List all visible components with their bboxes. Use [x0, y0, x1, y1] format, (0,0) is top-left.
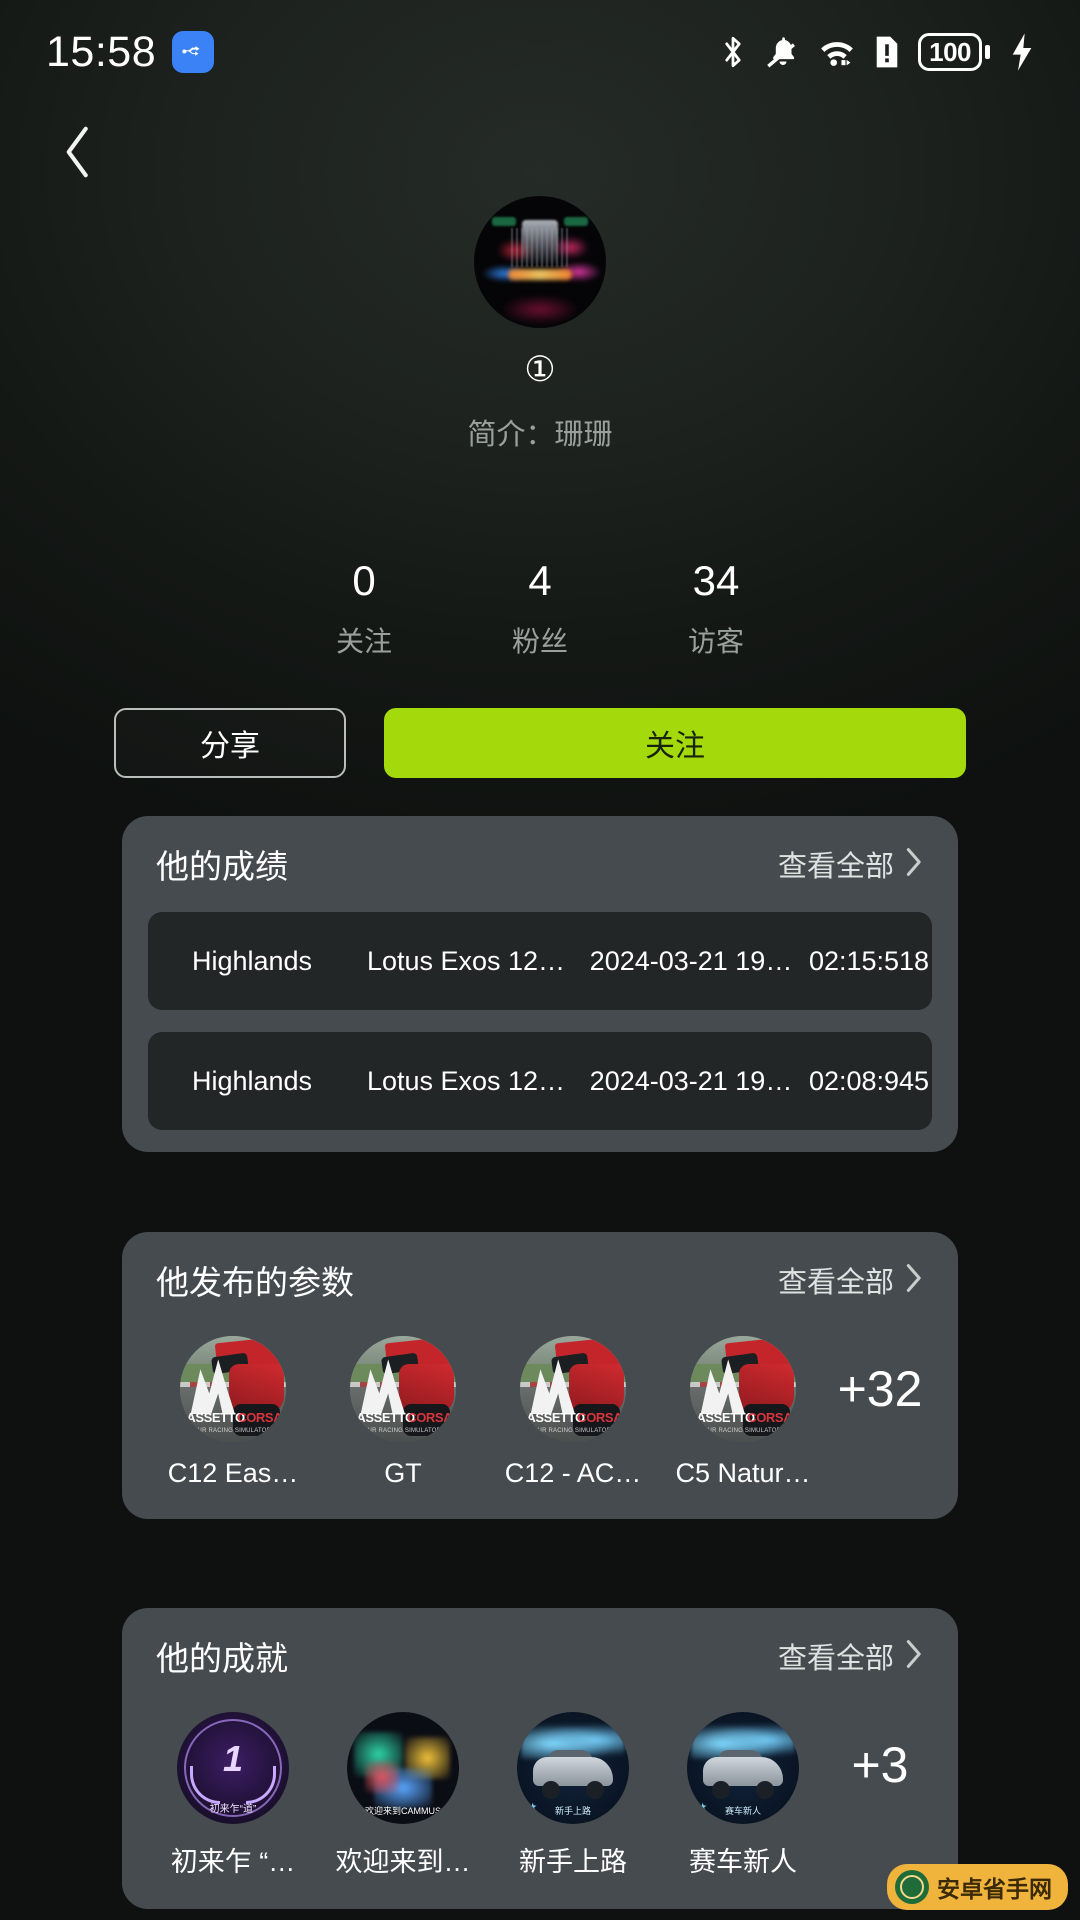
list-item[interactable]: ★ 赛车新人 赛车新人 — [658, 1712, 828, 1879]
list-item[interactable]: ASSETTO CORSA YOUR RACING SIMULATOR C12 Ea… — [148, 1336, 318, 1489]
params-view-all-label: 查看全部 — [777, 1267, 894, 1299]
result-date: 2024-03-21 19… — [589, 945, 793, 976]
lightning-bolt-icon — [1008, 32, 1036, 72]
table-row[interactable]: Highlands Lotus Exos 12… 2024-03-21 19… … — [148, 912, 932, 1010]
chevron-right-icon — [902, 1637, 924, 1676]
params-view-all[interactable]: 查看全部 — [778, 1259, 924, 1301]
results-view-all-label: 查看全部 — [777, 851, 894, 883]
chevron-left-icon — [58, 121, 98, 188]
chevron-right-icon — [902, 845, 924, 884]
badge-subtitle: 赛车新人 — [724, 1806, 762, 1817]
profile-header: ① 简介：珊珊 — [0, 196, 1080, 453]
result-car: Lotus Exos 12… — [366, 1065, 566, 1096]
nav-bar — [0, 104, 1080, 196]
list-item[interactable]: 1 初来乍“道” 初来乍 “… — [148, 1712, 318, 1879]
stat-value: 4 — [528, 557, 552, 604]
status-time: 15:58 — [46, 27, 157, 76]
result-time: 02:15:518 — [808, 945, 930, 976]
params-overflow-count[interactable]: +32 — [828, 1336, 932, 1442]
stats-row: 0 关注 4 粉丝 34 访客 — [0, 560, 1080, 660]
list-item-label: C12 Eas… — [167, 1458, 299, 1488]
list-item[interactable]: ASSETTO CORSA YOUR RACING SIMULATOR C12 - … — [488, 1336, 658, 1489]
achievements-card-title: 他的成就 — [156, 1640, 288, 1677]
achievements-card-header: 他的成就 查看全部 — [122, 1608, 958, 1704]
bell-muted-icon — [766, 34, 800, 70]
stat-followers[interactable]: 4 粉丝 — [452, 560, 628, 660]
wifi-icon — [818, 36, 856, 68]
table-row[interactable]: Highlands Lotus Exos 12… 2024-03-21 19… … — [148, 1032, 932, 1130]
results-card-title: 他的成绩 — [156, 848, 288, 885]
username: ① — [524, 350, 556, 389]
params-card-header: 他发布的参数 查看全部 — [122, 1232, 958, 1328]
avatar[interactable] — [474, 196, 606, 328]
params-card: 他发布的参数 查看全部 ASSETTO CORSA YOUR RACING SIMU… — [122, 1232, 958, 1519]
stat-value: 0 — [352, 557, 376, 604]
battery-level: 100 — [929, 36, 971, 67]
list-item-label: 欢迎来到… — [335, 1847, 471, 1877]
back-button[interactable] — [40, 116, 116, 192]
battery-tip — [985, 45, 990, 59]
achievements-overflow-count[interactable]: +3 — [828, 1712, 932, 1818]
action-buttons: 分享 关注 — [114, 708, 966, 778]
list-item[interactable]: ASSETTO CORSA YOUR RACING SIMULATOR GT — [318, 1336, 488, 1489]
watermark: 安卓省手网 — [887, 1864, 1068, 1910]
achievements-view-all-label: 查看全部 — [777, 1643, 894, 1675]
results-card-header: 他的成绩 查看全部 — [122, 816, 958, 912]
achievement-badge-icon: ★ 赛车新人 — [687, 1712, 799, 1824]
badge-subtitle: 初来乍“道” — [209, 1804, 257, 1816]
assetto-corsa-thumbnail: ASSETTO CORSA YOUR RACING SIMULATOR — [350, 1336, 456, 1442]
share-button[interactable]: 分享 — [114, 708, 346, 778]
badge-rank-number: 1 — [222, 1738, 244, 1780]
stat-label: 粉丝 — [511, 626, 568, 657]
list-item[interactable]: 欢迎来到CAMMUS 欢迎来到… — [318, 1712, 488, 1879]
list-item-label: C5 Natur… — [675, 1458, 811, 1488]
badge-subtitle: 新手上路 — [554, 1806, 592, 1817]
list-item[interactable]: ASSETTO CORSA YOUR RACING SIMULATOR C5 Nat… — [658, 1336, 828, 1489]
usb-icon — [172, 31, 215, 73]
list-item-label: 赛车新人 — [689, 1847, 797, 1877]
achievement-badge-icon: ★ 新手上路 — [517, 1712, 629, 1824]
status-bar-right: 100 — [718, 32, 1036, 72]
battery-indicator: 100 — [918, 33, 990, 71]
achievement-badge-icon: 1 初来乍“道” — [177, 1712, 289, 1824]
globe-icon — [895, 1870, 929, 1904]
stat-visitors[interactable]: 34 访客 — [628, 560, 804, 660]
battery-body: 100 — [918, 33, 982, 71]
stat-value: 34 — [692, 557, 740, 604]
result-time: 02:08:945 — [808, 1065, 930, 1096]
list-item-label: 初来乍 “… — [170, 1847, 296, 1877]
achievements-view-all[interactable]: 查看全部 — [778, 1635, 924, 1677]
user-bio: 简介：珊珊 — [467, 419, 613, 451]
achievement-badge-icon: 欢迎来到CAMMUS — [347, 1712, 459, 1824]
result-car: Lotus Exos 12… — [366, 945, 566, 976]
params-thumbnail-row: ASSETTO CORSA YOUR RACING SIMULATOR C12 Ea… — [122, 1328, 958, 1519]
stat-label: 访客 — [687, 626, 744, 657]
achievements-card: 他的成就 查看全部 1 初来乍“道” 初来乍 “… 欢迎来到CAMMUS 欢迎来… — [122, 1608, 958, 1909]
chevron-right-icon — [902, 1261, 924, 1300]
achievements-badge-row: 1 初来乍“道” 初来乍 “… 欢迎来到CAMMUS 欢迎来到… ★ 新手上路 — [122, 1704, 958, 1909]
sim-alert-icon — [874, 34, 900, 70]
list-item-label: GT — [384, 1458, 422, 1488]
assetto-corsa-thumbnail: ASSETTO CORSA YOUR RACING SIMULATOR — [690, 1336, 796, 1442]
profile-screen: 15:58 100 ① 简介：珊珊 0 关注 4 粉丝 34 访客 分享 关注 … — [0, 0, 1080, 1920]
assetto-corsa-thumbnail: ASSETTO CORSA YOUR RACING SIMULATOR — [180, 1336, 286, 1442]
results-card: 他的成绩 查看全部 Highlands Lotus Exos 12… 2024-… — [122, 816, 958, 1152]
result-date: 2024-03-21 19… — [589, 1065, 793, 1096]
stat-following[interactable]: 0 关注 — [276, 560, 452, 660]
list-item-label: C12 - AC… — [504, 1458, 642, 1488]
watermark-text: 安卓省手网 — [937, 1876, 1052, 1902]
list-item-label: 新手上路 — [519, 1847, 627, 1877]
results-view-all[interactable]: 查看全部 — [778, 843, 924, 885]
list-item[interactable]: ★ 新手上路 新手上路 — [488, 1712, 658, 1879]
status-bar: 15:58 100 — [0, 0, 1080, 104]
result-track: Highlands — [191, 945, 313, 976]
stat-label: 关注 — [335, 626, 392, 657]
assetto-corsa-thumbnail: ASSETTO CORSA YOUR RACING SIMULATOR — [520, 1336, 626, 1442]
badge-subtitle: 欢迎来到CAMMUS — [365, 1806, 441, 1817]
result-track: Highlands — [191, 1065, 313, 1096]
params-card-title: 他发布的参数 — [156, 1264, 354, 1301]
bluetooth-icon — [718, 33, 748, 71]
follow-button[interactable]: 关注 — [384, 708, 966, 778]
status-bar-left: 15:58 — [46, 27, 215, 77]
